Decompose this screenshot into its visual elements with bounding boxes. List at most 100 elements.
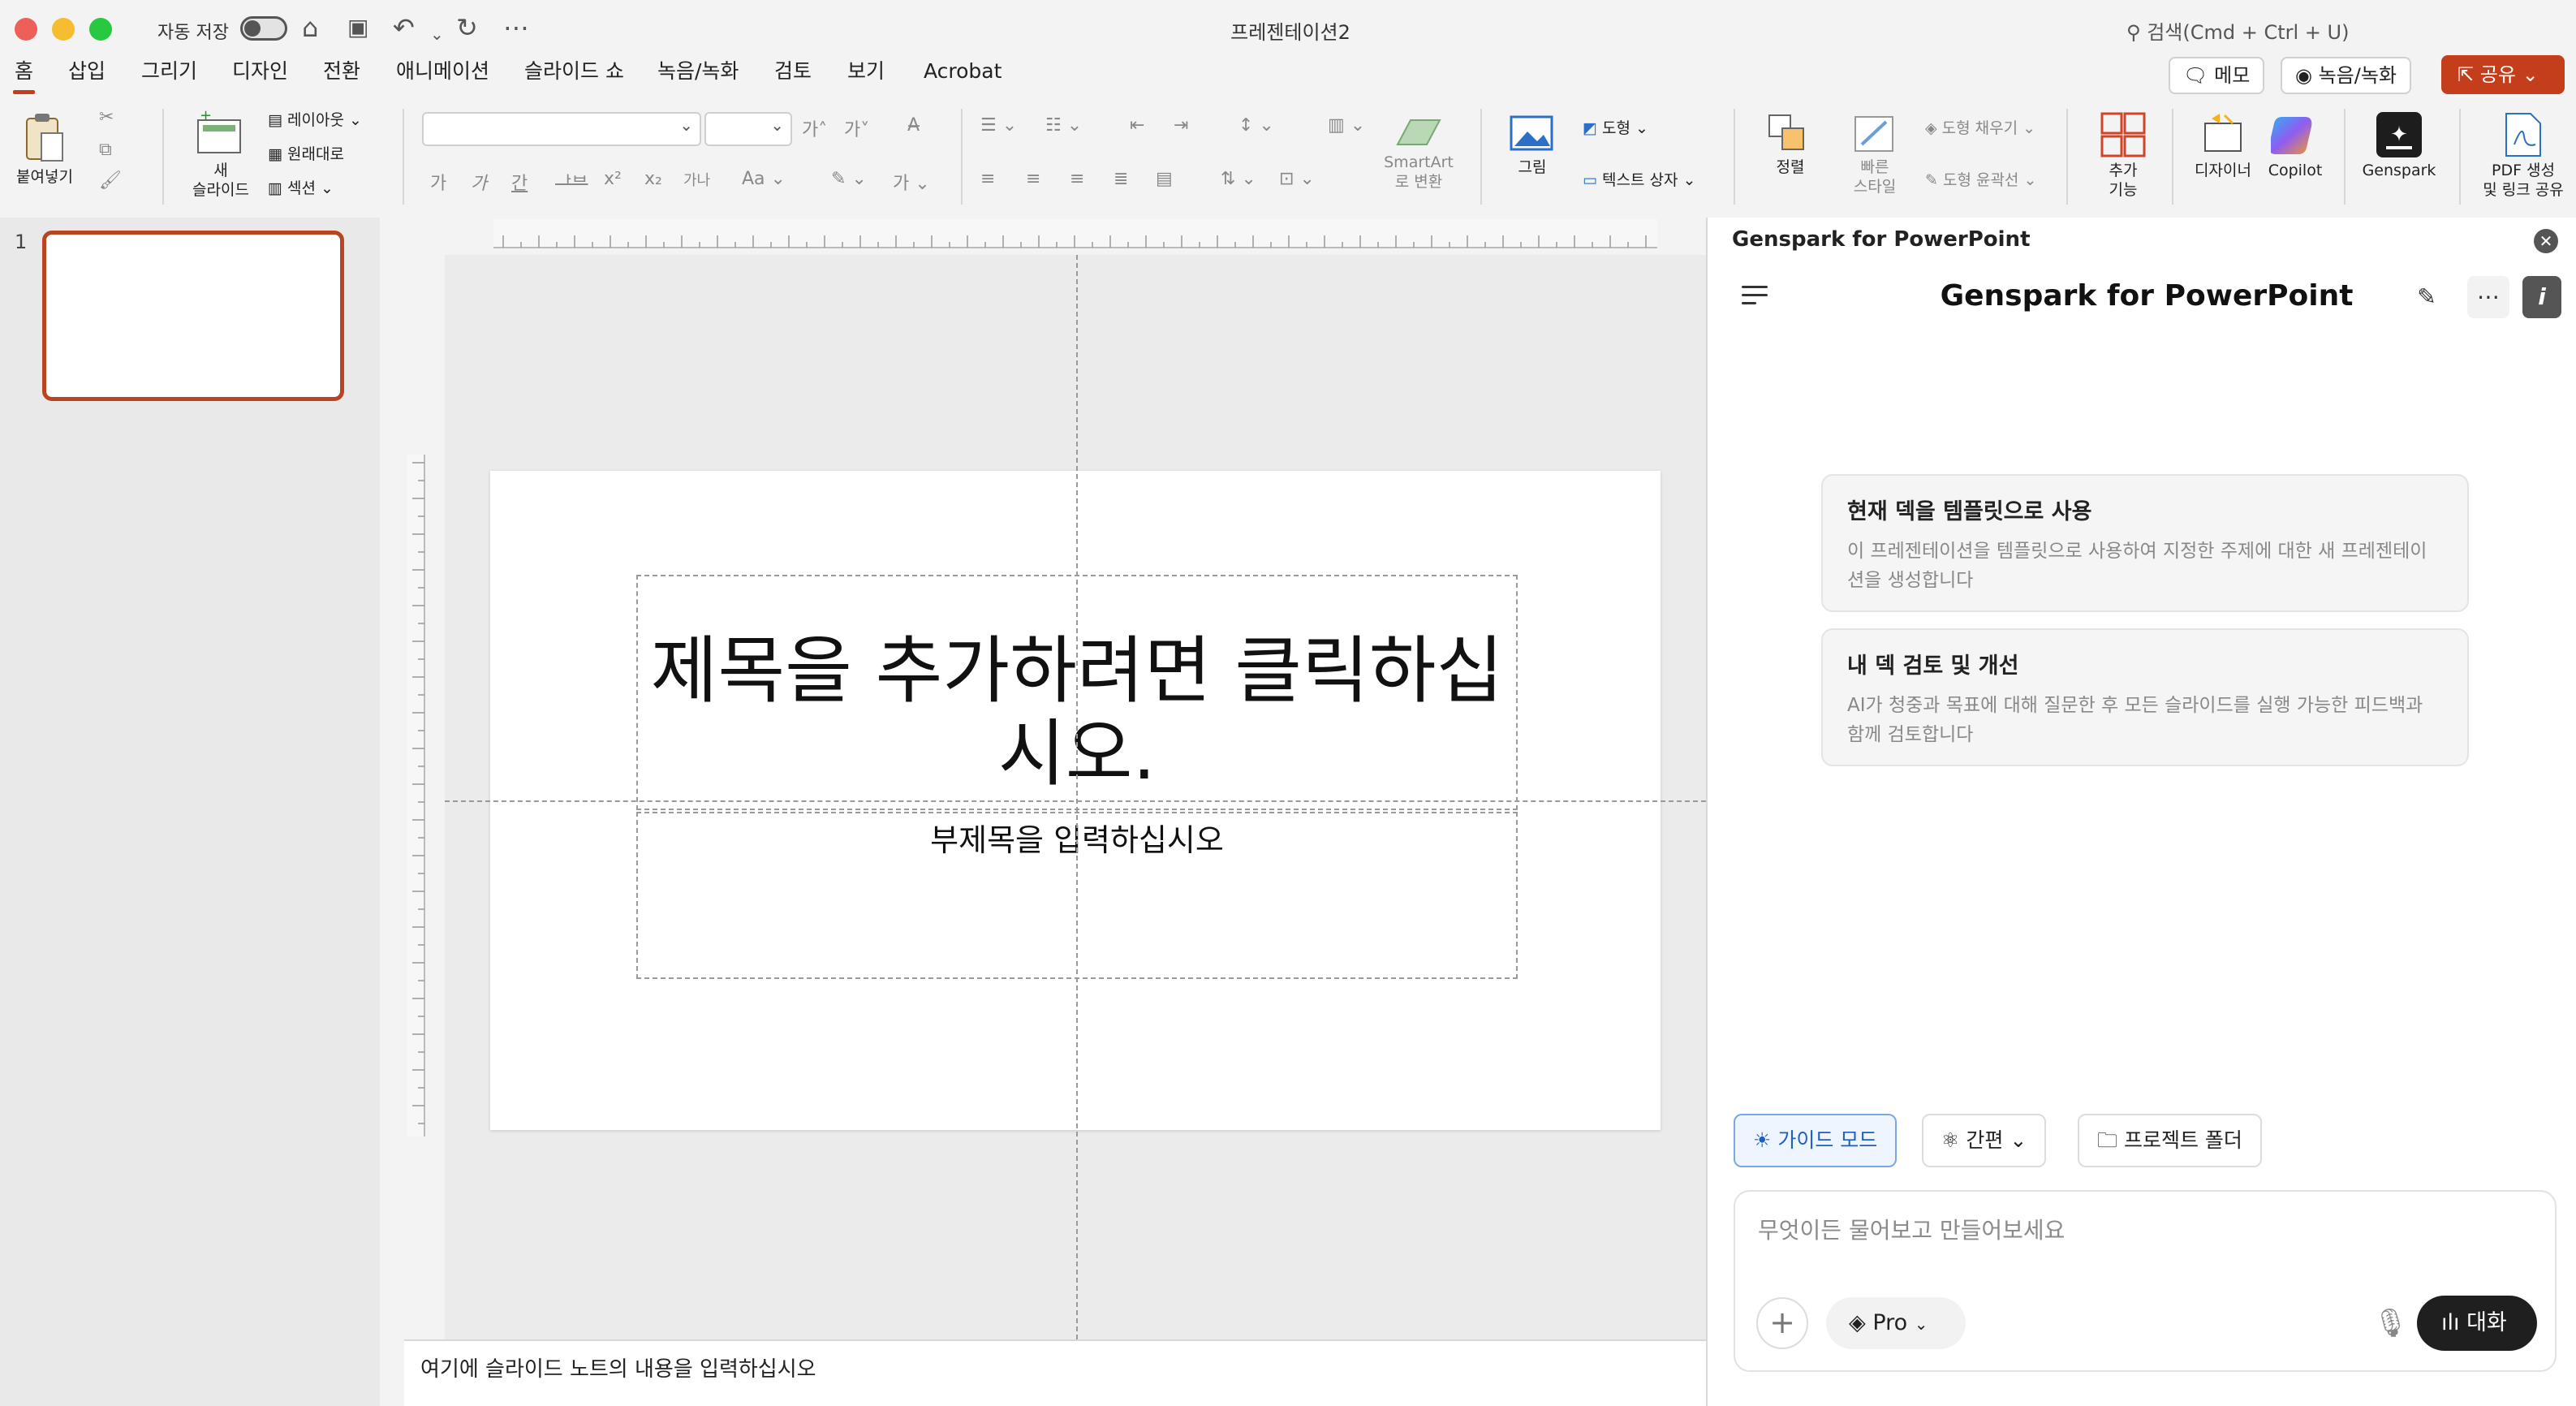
justify-icon[interactable]: ≣ [1114, 169, 1128, 189]
tab-slideshow[interactable]: 슬라이드 쇼 [524, 57, 624, 86]
tab-draw[interactable]: 그리기 [141, 57, 197, 86]
memo-button[interactable]: 🗨 메모 [2169, 57, 2265, 94]
distributed-icon[interactable]: ▤ [1156, 169, 1173, 189]
strikethrough-icon[interactable]: ᅡᄇ [555, 169, 588, 195]
tab-home[interactable]: 홈 [12, 57, 36, 94]
genspark-button[interactable]: ✦ Genspark [2357, 112, 2441, 180]
tab-acrobat[interactable]: Acrobat [924, 57, 1002, 86]
addins-button[interactable]: 추가 기능 [2081, 112, 2165, 200]
vertical-guide[interactable] [1076, 255, 1078, 1339]
clear-format-icon[interactable]: A̶ [907, 115, 920, 136]
tab-transitions[interactable]: 전환 [323, 57, 360, 86]
arrange-icon [1768, 114, 1804, 150]
shapes-button[interactable]: ◩ 도형 ⌄ [1583, 119, 1648, 138]
home-icon[interactable]: ⌂ [302, 11, 318, 44]
smartart-button[interactable]: SmartArt 로 변환 [1380, 112, 1458, 192]
designer-button[interactable]: 디자이너 [2183, 112, 2263, 180]
decrease-font-icon[interactable]: 가˅ [844, 115, 869, 141]
textbox-label: 텍스트 상자 [1602, 171, 1678, 189]
decrease-indent-icon[interactable]: ⇤ [1130, 115, 1144, 136]
create-pdf-label-2: 및 링크 공유 [2483, 181, 2564, 199]
format-painter-icon[interactable]: 🖌 [99, 170, 122, 191]
genspark-label: Genspark [2362, 162, 2436, 179]
layout-button[interactable]: ▤ 레이아웃 ⌄ [268, 110, 362, 130]
horizontal-guide[interactable] [445, 800, 1706, 802]
align-center-icon[interactable]: ≡ [1026, 169, 1040, 189]
char-spacing-icon[interactable]: 가나 [683, 169, 710, 190]
more-icon[interactable]: ⋯ [503, 11, 529, 44]
font-size-combo[interactable] [704, 112, 792, 146]
italic-icon[interactable]: 가 [471, 169, 487, 195]
guide-mode-button[interactable]: ☀ 가이드 모드 [1734, 1114, 1898, 1167]
underline-icon[interactable]: 간 [511, 169, 528, 195]
increase-font-icon[interactable]: 가˄ [802, 115, 827, 141]
tab-insert[interactable]: 삽입 [68, 57, 106, 86]
more-options-icon[interactable]: ⋯ [2467, 276, 2509, 318]
voice-chat-button[interactable]: ılı 대화 [2417, 1296, 2537, 1351]
highlight-icon[interactable]: ✎ ⌄ [831, 169, 867, 189]
info-icon[interactable]: i [2522, 276, 2561, 318]
tab-record[interactable]: 녹음/녹화 [657, 57, 739, 86]
window-close-button[interactable] [15, 18, 37, 41]
align-right-icon[interactable]: ≡ [1070, 169, 1084, 189]
bullets-icon[interactable]: ☰ ⌄ [980, 115, 1017, 136]
review-deck-card[interactable]: 내 덱 검토 및 개선 AI가 청중과 목표에 대해 질문한 후 모든 슬라이드… [1821, 628, 2469, 766]
line-spacing-icon[interactable]: ↕ ⌄ [1238, 115, 1274, 136]
model-select-button[interactable]: ◈ Pro ⌄ [1826, 1297, 1966, 1349]
change-case-icon[interactable]: Aa ⌄ [742, 169, 786, 189]
undo-dropdown-icon[interactable]: ⌄ [430, 18, 444, 50]
add-attachment-button[interactable]: + [1756, 1297, 1808, 1349]
section-button[interactable]: ▥ 섹션 ⌄ [268, 179, 334, 198]
new-chat-icon[interactable]: ✎ [2406, 276, 2448, 318]
subscript-icon[interactable]: x₂ [644, 169, 662, 189]
font-name-combo[interactable] [422, 112, 701, 146]
close-icon[interactable]: ✕ [2534, 229, 2558, 253]
bold-icon[interactable]: 가 [430, 169, 446, 195]
autosave-label: 자동 저장 [157, 23, 229, 43]
quick-styles-button[interactable]: 빠른 스타일 [1836, 112, 1914, 196]
columns-icon[interactable]: ▥ ⌄ [1328, 115, 1365, 136]
copilot-button[interactable]: Copilot [2256, 112, 2334, 180]
arrange-button[interactable]: 정렬 [1751, 112, 1829, 177]
redo-icon[interactable]: ↻ [456, 11, 478, 44]
record-button[interactable]: ◉ 녹음/녹화 [2281, 57, 2411, 94]
use-as-template-card[interactable]: 현재 덱을 템플릿으로 사용 이 프레젠테이션을 템플릿으로 사용하여 지정한 … [1821, 474, 2469, 612]
simple-mode-button[interactable]: ⚛ 간편 ⌄ [1922, 1114, 2047, 1167]
share-button[interactable]: ⇱ 공유 ⌄ [2441, 55, 2565, 94]
autosave-toggle[interactable] [240, 16, 287, 41]
window-minimize-button[interactable] [52, 18, 75, 41]
shape-fill-button[interactable]: ◈ 도형 채우기 ⌄ [1925, 119, 2035, 138]
bulb-icon: ☀ [1753, 1128, 1778, 1152]
shape-outline-button[interactable]: ✎ 도형 윤곽선 ⌄ [1925, 170, 2036, 190]
superscript-icon[interactable]: x² [604, 169, 622, 189]
textbox-button[interactable]: ▭ 텍스트 상자 ⌄ [1583, 170, 1695, 190]
new-slide-button[interactable]: + 새 슬라이드 [182, 109, 260, 200]
microphone-icon[interactable]: 🎙 [2373, 1307, 2408, 1339]
increase-indent-icon[interactable]: ⇥ [1174, 115, 1188, 136]
slide-thumbnail[interactable] [42, 231, 344, 401]
text-direction-icon[interactable]: ⇅ ⌄ [1221, 169, 1256, 189]
undo-icon[interactable]: ↶ [393, 11, 415, 44]
numbering-icon[interactable]: ☷ ⌄ [1045, 115, 1082, 136]
search-box[interactable]: ⚲ 검색(Cmd + Ctrl + U) [2126, 16, 2349, 45]
copy-icon[interactable]: ⧉ [99, 140, 112, 160]
chevron-down-icon: ⌄ [2522, 63, 2539, 86]
project-folder-button[interactable]: 🗀 프로젝트 폴더 [2078, 1114, 2262, 1167]
picture-button[interactable]: 그림 [1493, 112, 1571, 177]
thumbnail-scrollbar[interactable] [380, 218, 404, 1406]
tab-review[interactable]: 검토 [774, 57, 812, 86]
cut-icon[interactable]: ✂ [99, 107, 114, 127]
tab-design[interactable]: 디자인 [232, 57, 288, 86]
align-left-icon[interactable]: ≡ [980, 169, 995, 189]
notes-field[interactable]: 여기에 슬라이드 노트의 내용을 입력하십시오 [404, 1339, 1706, 1406]
paste-button[interactable]: 붙여넣기 [16, 112, 73, 187]
create-pdf-button[interactable]: PDF 생성 및 링크 공유 [2474, 112, 2573, 200]
align-text-icon[interactable]: ⊡ ⌄ [1279, 169, 1315, 189]
tab-view[interactable]: 보기 [847, 57, 885, 86]
reset-button[interactable]: ▦ 원래대로 [268, 144, 344, 164]
tab-animations[interactable]: 애니메이션 [396, 57, 489, 86]
menu-icon[interactable] [1742, 286, 1768, 310]
window-maximize-button[interactable] [89, 18, 112, 41]
save-icon[interactable]: ▣ [347, 11, 368, 44]
font-color-icon[interactable]: 가 ⌄ [893, 169, 930, 195]
